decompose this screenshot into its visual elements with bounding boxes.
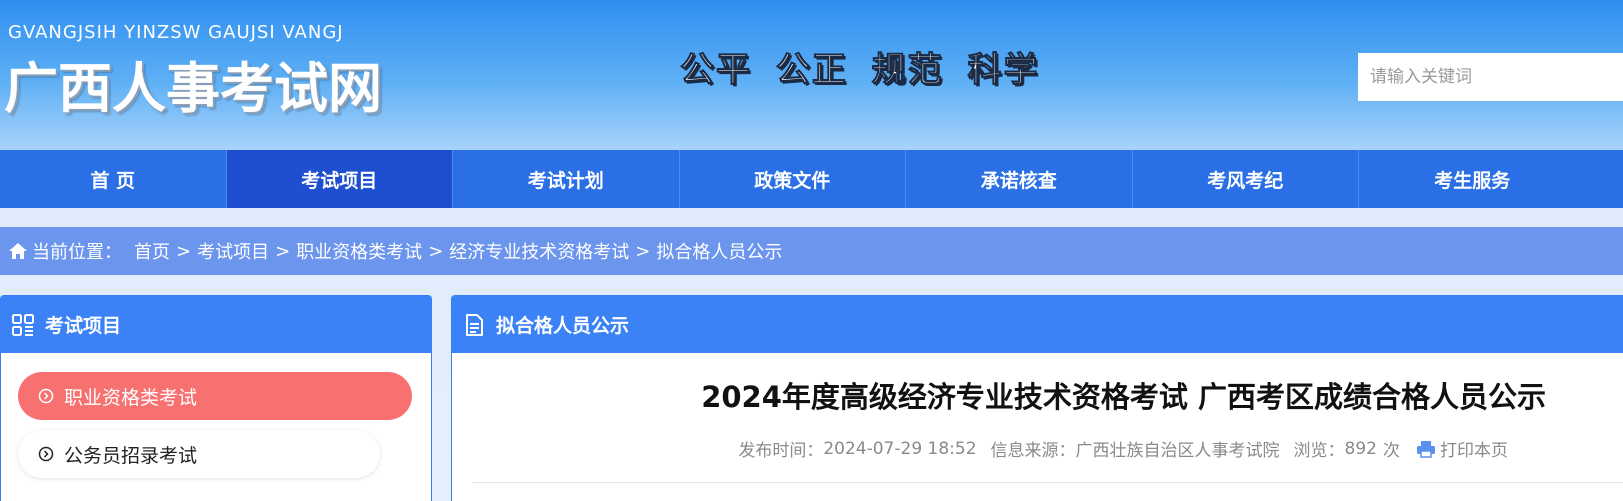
grid-icon (12, 313, 34, 336)
article-meta: 发布时间： 2024-07-29 18:52 信息来源： 广西壮族自治区人事考试… (738, 436, 1508, 462)
breadcrumb-vocational[interactable]: 职业资格类考试 (296, 238, 422, 264)
publish-label: 发布时间： (738, 441, 824, 461)
publish-time: 2024-07-29 18:52 (823, 438, 977, 459)
sidebar-item-label: 公务员招录考试 (64, 444, 198, 467)
site-header: GVANGJSIH YINZSW GAUJSI VANGJ 广西人事考试网 公平… (0, 0, 1623, 150)
chevron-circle-icon (38, 388, 54, 404)
chevron-circle-icon (38, 446, 54, 462)
nav-item-services[interactable]: 考生服务 (1359, 150, 1586, 208)
document-icon (466, 313, 483, 336)
views-label: 浏览： (1293, 441, 1345, 461)
breadcrumb-label: 当前位置： (32, 242, 122, 263)
nav-item-policy[interactable]: 政策文件 (680, 150, 906, 208)
main-panel-header: 拟合格人员公示 (452, 296, 1623, 353)
views-count: 892 (1344, 438, 1377, 459)
breadcrumb: 当前位置： 首页 > 考试项目 > 职业资格类考试 > 经济专业技术资格考试 >… (0, 227, 1623, 275)
nav-item-home[interactable]: 首 页 (0, 150, 227, 208)
logo-chinese[interactable]: 广西人事考试网 (4, 44, 382, 123)
sidebar-title: 考试项目 (45, 315, 122, 337)
sidebar-header: 考试项目 (1, 296, 431, 353)
header-slogan: 公平 公正 规范 科学 (680, 50, 1040, 91)
main-panel: 拟合格人员公示 2024年度高级经济专业技术资格考试 广西考区成绩合格人员公示 … (451, 295, 1623, 501)
breadcrumb-exam-projects[interactable]: 考试项目 (197, 238, 269, 264)
nav-item-commitment[interactable]: 承诺核查 (906, 150, 1133, 208)
sidebar: 考试项目 职业资格类考试 公务员招录考试 (0, 295, 432, 501)
article-title: 2024年度高级经济专业技术资格考试 广西考区成绩合格人员公示 (701, 380, 1546, 414)
sidebar-item-label: 职业资格类考试 (64, 386, 198, 409)
nav-item-discipline[interactable]: 考风考纪 (1133, 150, 1359, 208)
source-label: 信息来源： (990, 441, 1076, 461)
nav-item-exam-plan[interactable]: 考试计划 (453, 150, 680, 208)
sidebar-item-civil-service[interactable]: 公务员招录考试 (18, 430, 380, 478)
breadcrumb-home[interactable]: 首页 (134, 238, 170, 264)
views-unit: 次 (1383, 441, 1400, 461)
home-icon (9, 243, 27, 259)
source-value: 广西壮族自治区人事考试院 (1075, 441, 1280, 461)
breadcrumb-current[interactable]: 拟合格人员公示 (656, 238, 782, 264)
breadcrumb-separator: > (176, 240, 192, 262)
nav-item-exam-projects[interactable]: 考试项目 (226, 150, 453, 208)
printer-icon[interactable] (1416, 439, 1436, 459)
breadcrumb-separator: > (275, 240, 291, 262)
main-panel-title: 拟合格人员公示 (496, 315, 630, 337)
main-nav: 首 页 考试项目 考试计划 政策文件 承诺核查 考风考纪 考生服务 (0, 150, 1623, 208)
print-page-link[interactable]: 打印本页 (1440, 436, 1508, 461)
breadcrumb-separator: > (635, 240, 651, 262)
breadcrumb-separator: > (428, 240, 444, 262)
divider (472, 482, 1623, 483)
sidebar-item-vocational[interactable]: 职业资格类考试 (18, 372, 412, 420)
breadcrumb-economic[interactable]: 经济专业技术资格考试 (449, 238, 629, 264)
search-input[interactable] (1358, 53, 1623, 101)
logo-english: GVANGJSIH YINZSW GAUJSI VANGJ (8, 22, 344, 43)
